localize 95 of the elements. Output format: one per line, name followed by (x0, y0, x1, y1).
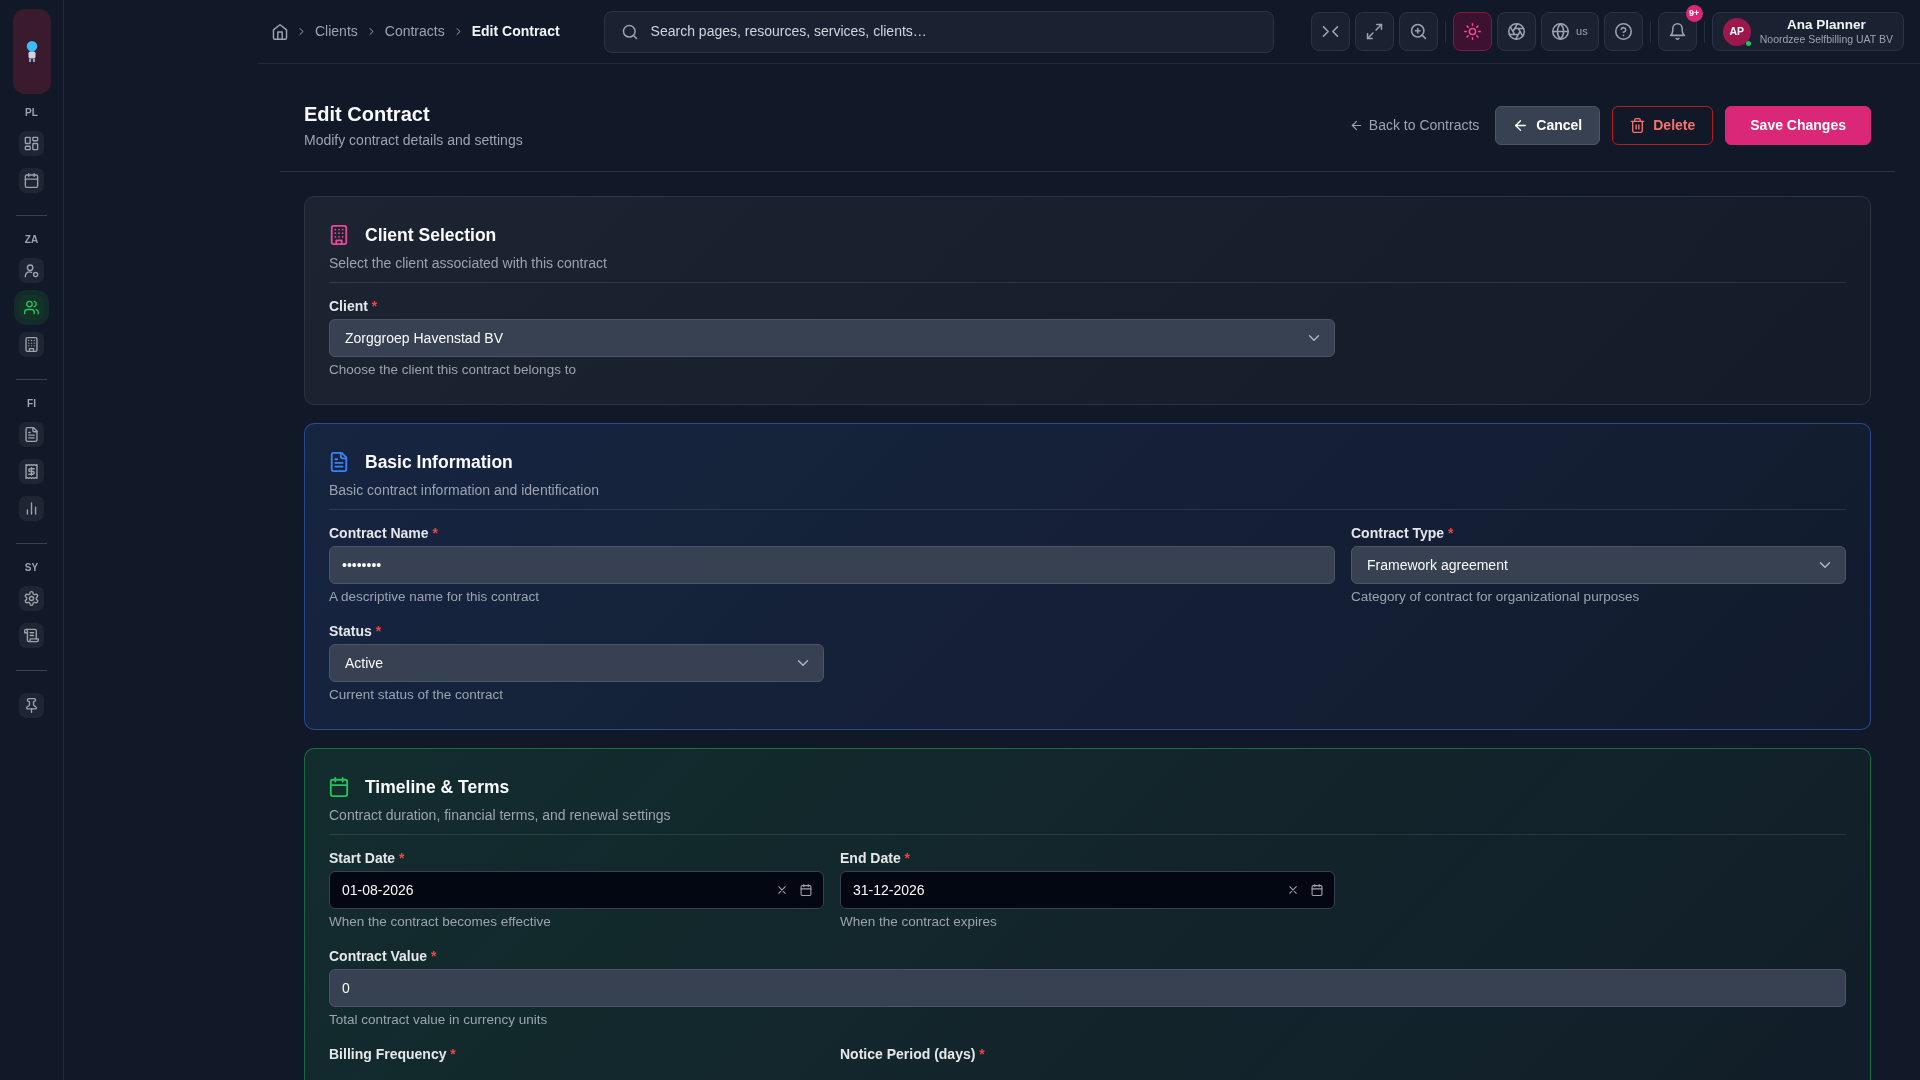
section-label: ZA (24, 234, 39, 246)
calendar-icon[interactable] (800, 884, 812, 896)
save-button[interactable]: Save Changes (1725, 105, 1871, 145)
section-label: FI (27, 398, 36, 410)
field-help: Current status of the contract (329, 686, 505, 704)
section-title: Timeline & Terms (365, 776, 510, 799)
clear-icon[interactable] (1287, 884, 1299, 896)
document-icon (24, 427, 39, 442)
aperture-button[interactable] (1497, 12, 1537, 51)
date-input[interactable]: 31-12-2026 (840, 871, 1335, 909)
sidebar-item[interactable] (19, 422, 44, 447)
chevron-right-icon (296, 26, 307, 37)
field-label: Contract Value * (329, 947, 438, 966)
section-label: SY (24, 562, 39, 574)
sidebar-item[interactable] (19, 459, 44, 484)
expand-icon (1366, 23, 1384, 40)
section-description: Select the client associated with this contract (329, 254, 608, 273)
page-title: Edit Contract (304, 102, 431, 127)
breadcrumb-current: Edit Contract (471, 22, 560, 41)
field-help: Choose the client this contract belongs to (329, 361, 577, 379)
pin-button[interactable] (19, 693, 44, 718)
chevrons-icon (1322, 23, 1340, 40)
help-button[interactable] (1603, 12, 1643, 51)
building-icon (24, 337, 39, 352)
field-label: Start Date * (329, 849, 406, 868)
receipt-icon (24, 464, 39, 479)
sidebar-item[interactable] (19, 131, 44, 156)
sidebar-item[interactable] (19, 586, 44, 611)
number-input[interactable]: 0 (329, 969, 1846, 1007)
section-description: Basic contract information and identification (329, 481, 601, 500)
collapse-button[interactable] (1311, 12, 1351, 51)
field-help: A descriptive name for this contract (329, 588, 541, 606)
sidebar-item[interactable] (19, 295, 44, 320)
section-description: Contract duration, financial terms, and renewal settings (329, 806, 672, 825)
pin-icon (24, 698, 39, 713)
section-title: Client Selection (365, 224, 497, 247)
breadcrumb-link[interactable]: Contracts (384, 21, 445, 42)
dashboard-icon (24, 136, 39, 151)
scroll-icon (24, 628, 39, 643)
back-link[interactable]: Back to Contracts (1349, 114, 1480, 136)
field-label: Status * (329, 622, 383, 641)
field-help: Category of contract for organizational purposes (1351, 588, 1641, 606)
field-help: When the contract becomes effective (329, 913, 552, 931)
field-help: Total contract value in currency units (329, 1011, 549, 1029)
sun-icon (1464, 23, 1482, 40)
user-name: Ana Planner (1785, 17, 1867, 32)
field-label: Notice Period (days) * (840, 1045, 986, 1064)
field-label: Billing Frequency * (329, 1045, 457, 1064)
search-field[interactable]: Search pages, resources, services, clients… (603, 10, 1274, 53)
dropdown-field[interactable]: Framework agreement (1351, 546, 1846, 584)
zoom-in-icon (1410, 23, 1428, 40)
user-organization: Noordzee Selfbilling UAT BV (1759, 31, 1893, 46)
sidebar-item[interactable] (19, 496, 44, 521)
section-title: Basic Information (365, 451, 513, 474)
calendar-icon[interactable] (1311, 884, 1323, 896)
person-icon (24, 263, 39, 278)
dropdown-field[interactable]: Active (329, 644, 824, 682)
logo-tile[interactable] (12, 9, 51, 94)
field-help: When the contract expires (840, 913, 998, 931)
section-label: PL (25, 107, 38, 119)
field-label: Client * (329, 297, 379, 316)
user-menu[interactable]: AP Ana Planner Noordzee Selfbilling UAT BV (1711, 12, 1904, 51)
aperture-icon (1508, 23, 1526, 40)
sidebar-item[interactable] (19, 332, 44, 357)
fullscreen-button[interactable] (1355, 12, 1395, 51)
language-button[interactable]: us (1541, 12, 1599, 51)
trash-icon (1630, 117, 1646, 133)
dropdown-field[interactable]: Zorggroep Havenstad BV (329, 319, 1335, 357)
bell-icon (1668, 23, 1686, 40)
page-subtitle: Modify contract details and settings (304, 131, 523, 150)
text-input[interactable]: •••••••• (329, 546, 1335, 584)
delete-button[interactable]: Delete (1612, 105, 1714, 145)
bar-chart-icon (24, 501, 39, 516)
zoom-button[interactable] (1399, 12, 1439, 51)
home-icon[interactable] (272, 23, 288, 40)
globe-icon (1552, 23, 1570, 40)
clear-icon[interactable] (776, 884, 788, 896)
search-icon (621, 23, 638, 40)
theme-button[interactable] (1453, 12, 1493, 51)
field-label: Contract Type * (1351, 524, 1455, 543)
sidebar-item[interactable] (19, 258, 44, 283)
user-avatar: AP (1722, 17, 1751, 46)
calendar-icon (24, 173, 39, 188)
settings-icon (24, 591, 39, 606)
breadcrumb-link[interactable]: Clients (315, 21, 358, 42)
sidebar-item[interactable] (19, 168, 44, 193)
help-icon (1614, 23, 1632, 40)
date-input[interactable]: 01-08-2026 (329, 871, 824, 909)
users-icon (24, 300, 39, 315)
figure-icon (24, 41, 39, 62)
field-label: Contract Name * (329, 524, 439, 543)
sidebar-item[interactable] (19, 623, 44, 648)
field-label: End Date * (840, 849, 912, 868)
notifications-button[interactable] (1657, 12, 1697, 51)
cancel-button[interactable]: Cancel (1495, 105, 1601, 145)
